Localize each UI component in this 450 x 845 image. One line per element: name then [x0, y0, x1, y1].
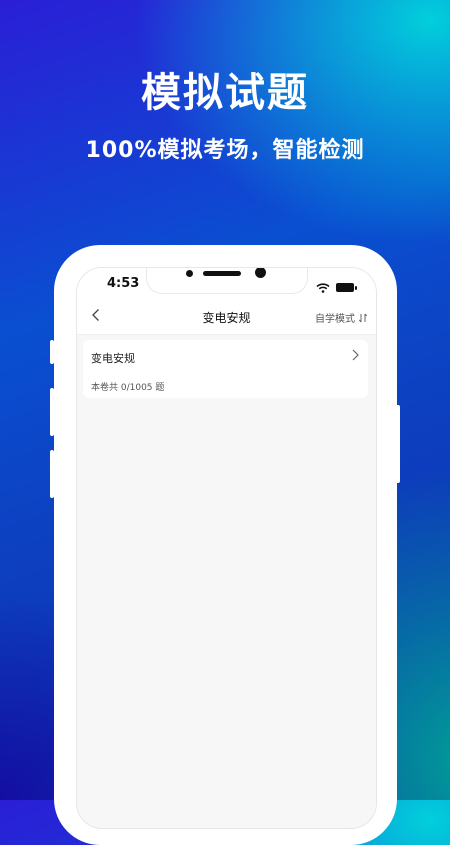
battery-icon	[336, 283, 357, 292]
phone-side-button	[50, 340, 54, 364]
exam-card-count: 本卷共 0/1005 题	[91, 383, 165, 393]
status-bar: 4:53	[77, 268, 376, 300]
exam-card[interactable]: 变电安规 本卷共 0/1005 题	[83, 340, 368, 398]
phone-notch	[146, 268, 308, 294]
promo-headline: 模拟试题	[141, 70, 309, 116]
promo-subline: 100%模拟考场，智能检测	[85, 138, 365, 163]
exam-card-title: 变电安规	[91, 352, 135, 365]
chevron-right-icon	[352, 349, 359, 361]
speaker-grille	[203, 271, 241, 276]
status-time: 4:53	[107, 276, 140, 291]
sort-arrows-icon	[358, 313, 368, 322]
mode-switch-button[interactable]: 自学模式	[315, 310, 368, 325]
wifi-icon	[316, 278, 330, 297]
phone-side-button	[50, 388, 54, 436]
phone-screen: 4:53 变电安规 自学模式 变电安规 本卷共 0/1005 题	[76, 267, 377, 829]
phone-side-button	[396, 405, 400, 483]
sensor-dot	[186, 270, 193, 277]
front-camera	[255, 268, 266, 278]
mode-label: 自学模式	[315, 314, 355, 325]
phone-side-button	[50, 450, 54, 498]
nav-bar: 变电安规 自学模式	[77, 300, 376, 335]
status-icons	[316, 278, 357, 297]
